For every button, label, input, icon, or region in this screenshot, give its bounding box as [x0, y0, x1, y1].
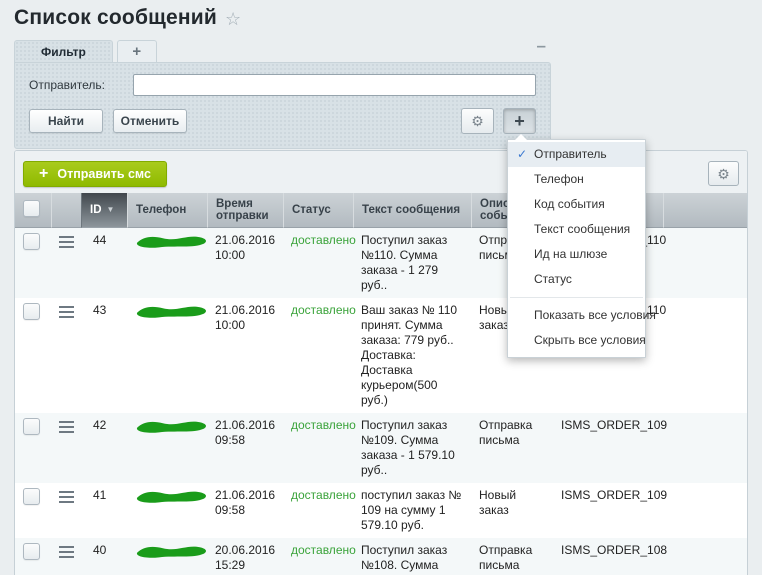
phone-redaction-scribble: [135, 233, 209, 254]
plus-icon: +: [132, 43, 141, 60]
cell-message-text: Ваш заказ № 110 принят. Сумма заказа: 77…: [353, 298, 471, 413]
cell-event-code: ISMS_ORDER_109: [553, 413, 663, 483]
menu-item[interactable]: ✓Ид на шлюзе: [508, 242, 645, 267]
menu-item[interactable]: ✓Код события: [508, 192, 645, 217]
cancel-button[interactable]: Отменить: [113, 109, 187, 133]
row-checkbox[interactable]: [23, 418, 40, 435]
page-header: Список сообщений ☆: [14, 6, 241, 30]
menu-item[interactable]: Скрыть все условия: [508, 328, 645, 353]
cell-id: 44: [81, 228, 127, 298]
filter-panel: – Фильтр + Отправитель: Найти Отменить ⚙…: [14, 40, 551, 149]
sort-desc-icon: ▼: [107, 205, 115, 214]
column-header[interactable]: Статус: [283, 193, 353, 228]
gear-icon: ⚙: [717, 167, 730, 181]
cell-event-code: ISMS_ORDER_108: [553, 538, 663, 575]
column-header[interactable]: Время отправки: [207, 193, 283, 228]
menu-item[interactable]: ✓Статус: [508, 267, 645, 292]
send-sms-label: Отправить смс: [57, 167, 151, 181]
column-header[interactable]: Телефон: [127, 193, 207, 228]
cell-send-time: 20.06.201615:29: [207, 538, 283, 575]
plus-icon: +: [39, 166, 48, 182]
cell-message-text: Поступил заказ №108. Сумма заказа - 1 25…: [353, 538, 471, 575]
cell-id: 42: [81, 413, 127, 483]
plus-icon: +: [514, 112, 525, 130]
filter-icon-buttons: ⚙ +: [461, 108, 536, 134]
row-checkbox[interactable]: [23, 488, 40, 505]
cell-send-time: 21.06.201610:00: [207, 298, 283, 413]
checkmark-icon: ✓: [517, 142, 527, 167]
cell-event-code: ISMS_ORDER_109: [553, 483, 663, 538]
phone-redaction-scribble: [135, 488, 209, 509]
row-actions-menu-icon[interactable]: [59, 491, 74, 506]
favorite-star-icon[interactable]: ☆: [225, 9, 241, 30]
page-title: Список сообщений: [14, 6, 217, 30]
row-actions-menu-icon[interactable]: [59, 236, 74, 251]
grid-settings-button[interactable]: ⚙: [708, 161, 739, 186]
table-row: 40 20.06.201615:29 доставлено Поступил з…: [15, 538, 747, 575]
filter-form: Отправитель: Найти Отменить ⚙ +: [14, 62, 551, 149]
phone-redaction-scribble: [135, 418, 209, 439]
phone-redaction-scribble: [135, 303, 209, 324]
menu-item[interactable]: Показать все условия: [508, 303, 645, 328]
cell-id: 43: [81, 298, 127, 413]
cell-phone: [127, 298, 207, 413]
cell-send-time: 21.06.201610:00: [207, 228, 283, 298]
cell-status: доставлено: [283, 413, 353, 483]
filter-tabs: Фильтр +: [14, 40, 551, 62]
sender-field-row: Отправитель:: [29, 74, 536, 96]
cell-phone: [127, 413, 207, 483]
cell-event-description: Отправка письма: [471, 413, 553, 483]
add-filter-field-button[interactable]: +: [503, 108, 536, 134]
sender-label: Отправитель:: [29, 78, 133, 92]
menu-divider: [510, 297, 643, 298]
cell-message-text: Поступил заказ №110. Сумма заказа - 1 27…: [353, 228, 471, 298]
row-checkbox[interactable]: [23, 303, 40, 320]
gear-icon: ⚙: [471, 114, 484, 128]
column-header[interactable]: Текст сообщения: [353, 193, 471, 228]
cell-message-text: Поступил заказ №109. Сумма заказа - 1 57…: [353, 413, 471, 483]
row-checkbox[interactable]: [23, 543, 40, 560]
cell-status: доставлено: [283, 483, 353, 538]
cell-event-description: Отправка письма: [471, 538, 553, 575]
find-button[interactable]: Найти: [29, 109, 103, 133]
menu-item[interactable]: ✓Телефон: [508, 167, 645, 192]
cell-status: доставлено: [283, 298, 353, 413]
row-actions-menu-icon[interactable]: [59, 306, 74, 321]
row-actions-menu-icon[interactable]: [59, 546, 74, 561]
page: Список сообщений ☆ – Фильтр + Отправител…: [0, 0, 762, 575]
row-menu-header-cell: [51, 193, 81, 228]
cell-send-time: 21.06.201609:58: [207, 413, 283, 483]
row-actions-menu-icon[interactable]: [59, 421, 74, 436]
select-all-checkbox[interactable]: [23, 200, 40, 217]
cell-event-description: Новый заказ: [471, 483, 553, 538]
tab-filter[interactable]: Фильтр: [14, 40, 113, 62]
column-header[interactable]: ID▼: [81, 193, 127, 228]
table-row: 41 21.06.201609:58 доставлено поступил з…: [15, 483, 747, 538]
sender-input[interactable]: [133, 74, 536, 96]
cell-send-time: 21.06.201609:58: [207, 483, 283, 538]
cell-status: доставлено: [283, 228, 353, 298]
cell-id: 41: [81, 483, 127, 538]
cell-phone: [127, 538, 207, 575]
filter-settings-button[interactable]: ⚙: [461, 108, 494, 134]
cell-message-text: поступил заказ № 109 на сумму 1 579.10 р…: [353, 483, 471, 538]
row-checkbox[interactable]: [23, 233, 40, 250]
phone-redaction-scribble: [135, 543, 209, 564]
add-filter-tab-button[interactable]: +: [117, 40, 157, 62]
filter-buttons-row: Найти Отменить ⚙ +: [29, 108, 536, 134]
cell-id: 40: [81, 538, 127, 575]
menu-item[interactable]: ✓Текст сообщения: [508, 217, 645, 242]
filter-fields-menu: ✓Отправитель✓Телефон✓Код события✓Текст с…: [507, 139, 646, 358]
select-all-header-cell: [15, 193, 51, 228]
send-sms-button[interactable]: + Отправить смс: [23, 161, 167, 187]
table-row: 42 21.06.201609:58 доставлено Поступил з…: [15, 413, 747, 483]
menu-item[interactable]: ✓Отправитель: [508, 142, 645, 167]
filter-collapse-icon[interactable]: –: [537, 41, 546, 51]
cell-phone: [127, 228, 207, 298]
cell-phone: [127, 483, 207, 538]
cell-status: доставлено: [283, 538, 353, 575]
empty-header-cell: [663, 193, 747, 228]
